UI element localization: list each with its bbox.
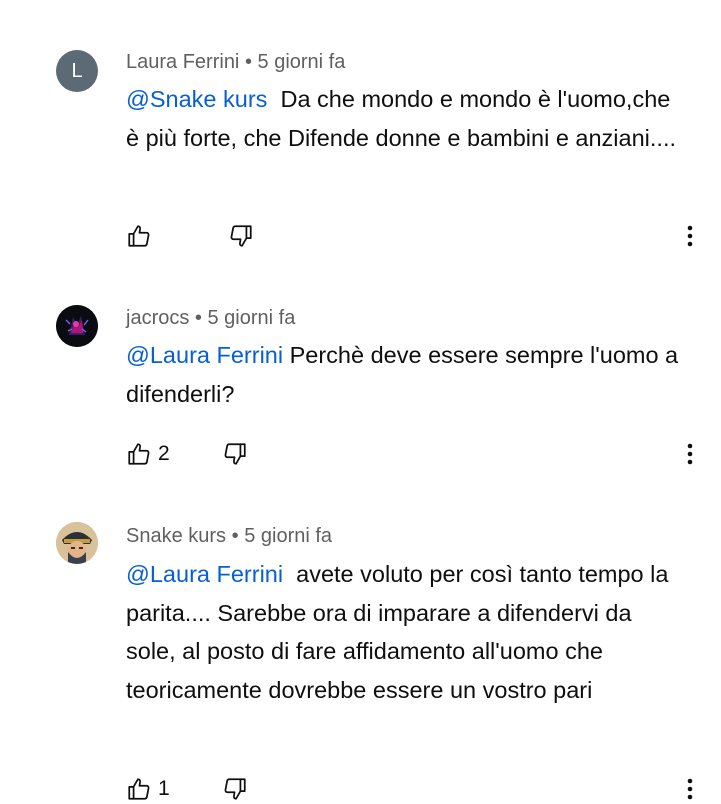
dislike-button[interactable] bbox=[222, 776, 248, 802]
comment-text: @Snake kurs Da che mondo e mondo è l'uom… bbox=[126, 80, 686, 157]
more-vertical-icon bbox=[687, 443, 693, 465]
like-count: 2 bbox=[158, 442, 170, 465]
more-options-button[interactable] bbox=[676, 221, 704, 251]
thumbs-down-icon bbox=[224, 443, 246, 465]
meta-separator: • bbox=[231, 525, 239, 547]
comment-actions bbox=[126, 221, 254, 251]
thumbs-up-icon bbox=[128, 778, 150, 800]
character-avatar-icon bbox=[56, 522, 98, 564]
thumbs-up-icon bbox=[128, 225, 150, 247]
comment-meta: Laura Ferrini • 5 giorni fa bbox=[126, 51, 345, 74]
timestamp: 5 giorni fa bbox=[244, 525, 333, 547]
dislike-button[interactable] bbox=[222, 441, 248, 467]
comment-meta: Snake kurs • 5 giorni fa bbox=[126, 525, 332, 548]
timestamp: 5 giorni fa bbox=[207, 307, 296, 329]
avatar-letter: L bbox=[71, 60, 83, 82]
comment-meta: jacrocs • 5 giorni fa bbox=[126, 307, 295, 330]
author-name[interactable]: Laura Ferrini bbox=[126, 51, 239, 73]
like-button[interactable]: 2 bbox=[126, 441, 170, 467]
more-vertical-icon bbox=[687, 225, 693, 247]
author-name[interactable]: Snake kurs bbox=[126, 525, 226, 547]
mention-link[interactable]: @Laura Ferrini bbox=[126, 561, 283, 587]
mention-link[interactable]: @Laura Ferrini bbox=[126, 342, 283, 368]
like-count: 1 bbox=[158, 777, 170, 800]
comment-text: @Laura Ferrini Perchè deve essere sempre… bbox=[126, 336, 686, 413]
anime-avatar-icon bbox=[56, 305, 98, 347]
mention-link[interactable]: @Snake kurs bbox=[126, 86, 267, 112]
thumbs-up-icon bbox=[128, 443, 150, 465]
more-vertical-icon bbox=[687, 778, 693, 800]
thumbs-down-icon bbox=[230, 225, 252, 247]
comment-text: @Laura Ferrini avete voluto per così tan… bbox=[126, 555, 686, 709]
dislike-button[interactable] bbox=[228, 223, 254, 249]
avatar[interactable] bbox=[56, 522, 98, 564]
thumbs-down-icon bbox=[224, 778, 246, 800]
avatar[interactable]: L bbox=[56, 50, 98, 92]
timestamp: 5 giorni fa bbox=[257, 51, 346, 73]
like-button[interactable] bbox=[126, 223, 158, 249]
avatar[interactable] bbox=[56, 305, 98, 347]
comment-actions: 2 bbox=[126, 439, 248, 469]
like-button[interactable]: 1 bbox=[126, 776, 170, 802]
meta-separator: • bbox=[244, 51, 252, 73]
meta-separator: • bbox=[194, 307, 202, 329]
more-options-button[interactable] bbox=[676, 439, 704, 469]
author-name[interactable]: jacrocs bbox=[126, 307, 189, 329]
